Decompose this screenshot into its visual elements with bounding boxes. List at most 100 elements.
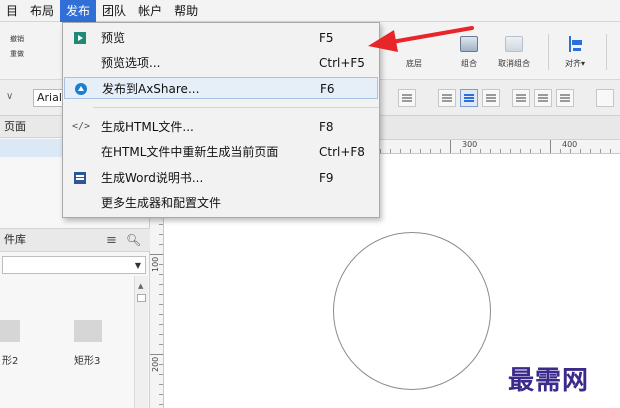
word-doc-icon bbox=[74, 172, 86, 184]
canvas-circle-shape[interactable] bbox=[333, 232, 491, 390]
align-text-right-icon bbox=[486, 94, 496, 102]
ruler-tick bbox=[159, 264, 163, 265]
font-family-select[interactable]: Arial bbox=[33, 89, 65, 107]
ruler-tick bbox=[490, 149, 491, 153]
ruler-tick bbox=[159, 304, 163, 305]
menu-item-preview[interactable]: 预览 F5 bbox=[64, 27, 378, 49]
align-text-left-button[interactable] bbox=[438, 89, 456, 107]
ruler-tick bbox=[159, 244, 163, 245]
send-to-bottom-label: 底层 bbox=[406, 59, 422, 68]
dropdown-arrow-icon: ▼ bbox=[134, 261, 141, 270]
ruler-tick bbox=[159, 364, 163, 365]
search-icon[interactable]: 🔍︎ bbox=[126, 233, 141, 247]
toolbar-divider bbox=[606, 34, 607, 70]
menu-item-shortcut: Ctrl+F8 bbox=[319, 145, 365, 159]
watermark-logo: 最需网 bbox=[508, 366, 590, 396]
menu-item-preview-options[interactable]: 预览选项... Ctrl+F5 bbox=[64, 52, 378, 74]
ruler-tick bbox=[420, 149, 421, 153]
ruler-tick bbox=[410, 149, 411, 153]
group-label: 组合 bbox=[461, 59, 477, 68]
preview-play-icon bbox=[74, 32, 86, 44]
ruler-tick bbox=[150, 354, 163, 355]
align-button[interactable]: 对齐▾ bbox=[560, 36, 590, 69]
ruler-tick bbox=[159, 284, 163, 285]
red-annotation-arrow bbox=[368, 26, 474, 52]
menu-item-generate-word[interactable]: 生成Word说明书... F9 bbox=[64, 167, 378, 189]
text-lines-icon bbox=[402, 94, 412, 102]
valign-top-icon bbox=[516, 94, 526, 102]
valign-middle-icon bbox=[538, 94, 548, 102]
align-text-center-button[interactable] bbox=[460, 89, 478, 107]
scroll-up-icon[interactable]: ▲ bbox=[138, 282, 143, 290]
ruler-tick bbox=[159, 324, 163, 325]
chevron-down-icon[interactable]: ∨ bbox=[6, 91, 13, 102]
ruler-tick bbox=[470, 149, 471, 153]
undo-button[interactable]: 撤销 bbox=[10, 34, 24, 44]
menu-project[interactable]: 目 bbox=[0, 0, 24, 22]
ruler-tick bbox=[159, 234, 163, 235]
ruler-tick bbox=[550, 140, 551, 153]
ruler-tick bbox=[159, 404, 163, 405]
valign-top-button[interactable] bbox=[512, 89, 530, 107]
ruler-tick bbox=[400, 149, 401, 153]
ruler-tick bbox=[150, 254, 163, 255]
redo-button[interactable]: 重做 bbox=[10, 49, 24, 59]
valign-middle-button[interactable] bbox=[534, 89, 552, 107]
ruler-tick bbox=[159, 384, 163, 385]
menu-item-publish-axshare[interactable]: 发布到AxShare... F6 bbox=[64, 77, 378, 99]
ruler-tick bbox=[159, 274, 163, 275]
arrow-shaft bbox=[384, 26, 474, 45]
ruler-tick bbox=[450, 140, 451, 153]
menu-item-regenerate-page[interactable]: 在HTML文件中重新生成当前页面 Ctrl+F8 bbox=[64, 141, 378, 163]
menu-item-generate-html[interactable]: </> 生成HTML文件... F8 bbox=[64, 116, 378, 138]
code-icon: </> bbox=[72, 121, 91, 132]
ruler-tick bbox=[159, 224, 163, 225]
menu-lines-icon[interactable]: ≡ bbox=[106, 233, 117, 248]
align-text-right-button[interactable] bbox=[482, 89, 500, 107]
menu-item-more-generators[interactable]: 更多生成器和配置文件 bbox=[64, 192, 378, 214]
ruler-tick bbox=[159, 374, 163, 375]
ruler-tick bbox=[610, 149, 611, 153]
widget-rectangle-3-label: 矩形3 bbox=[74, 356, 101, 367]
align-text-left-icon bbox=[442, 94, 452, 102]
ruler-tick bbox=[600, 149, 601, 153]
ruler-tick bbox=[159, 394, 163, 395]
widget-rectangle-3-thumb[interactable] bbox=[74, 320, 102, 342]
text-style-button[interactable] bbox=[398, 89, 416, 107]
menu-account[interactable]: 帐户 bbox=[132, 0, 168, 22]
widget-rectangle-2-thumb[interactable] bbox=[0, 320, 20, 342]
ruler-tick bbox=[390, 149, 391, 153]
menu-bar: 目 布局 发布 团队 帐户 帮助 bbox=[0, 0, 620, 22]
ungroup-button[interactable]: 取消组合 bbox=[492, 36, 536, 69]
ruler-tick bbox=[560, 149, 561, 153]
ungroup-label: 取消组合 bbox=[498, 59, 530, 68]
menu-item-shortcut: Ctrl+F5 bbox=[319, 56, 365, 70]
menu-layout[interactable]: 布局 bbox=[24, 0, 60, 22]
fill-color-button[interactable] bbox=[596, 89, 614, 107]
ruler-tick bbox=[460, 149, 461, 153]
library-select[interactable]: ▼ bbox=[2, 256, 146, 274]
menu-publish[interactable]: 发布 bbox=[60, 0, 97, 22]
toolbar-divider bbox=[548, 34, 549, 70]
publish-dropdown-menu: 预览 F5 预览选项... Ctrl+F5 发布到AxShare... F6 <… bbox=[62, 22, 380, 218]
align-label: 对齐▾ bbox=[564, 59, 585, 68]
ruler-tick bbox=[580, 149, 581, 153]
ruler-tick bbox=[430, 149, 431, 153]
scroll-thumb[interactable] bbox=[137, 294, 146, 302]
menu-separator bbox=[93, 107, 379, 108]
library-scrollbar[interactable]: ▲ bbox=[134, 276, 148, 408]
menu-item-shortcut: F9 bbox=[319, 171, 334, 185]
canvas-tab-strip bbox=[380, 116, 620, 140]
cloud-upload-icon bbox=[75, 83, 87, 95]
menu-team[interactable]: 团队 bbox=[96, 0, 132, 22]
ruler-tick bbox=[440, 149, 441, 153]
valign-bottom-button[interactable] bbox=[556, 89, 574, 107]
ruler-tick bbox=[530, 149, 531, 153]
align-left-icon bbox=[566, 36, 584, 52]
ruler-label-400: 400 bbox=[562, 140, 578, 149]
ruler-tick bbox=[159, 314, 163, 315]
menu-item-label: 预览 bbox=[101, 31, 126, 45]
ruler-tick bbox=[520, 149, 521, 153]
menu-help[interactable]: 帮助 bbox=[168, 0, 204, 22]
arrow-head bbox=[368, 30, 398, 52]
